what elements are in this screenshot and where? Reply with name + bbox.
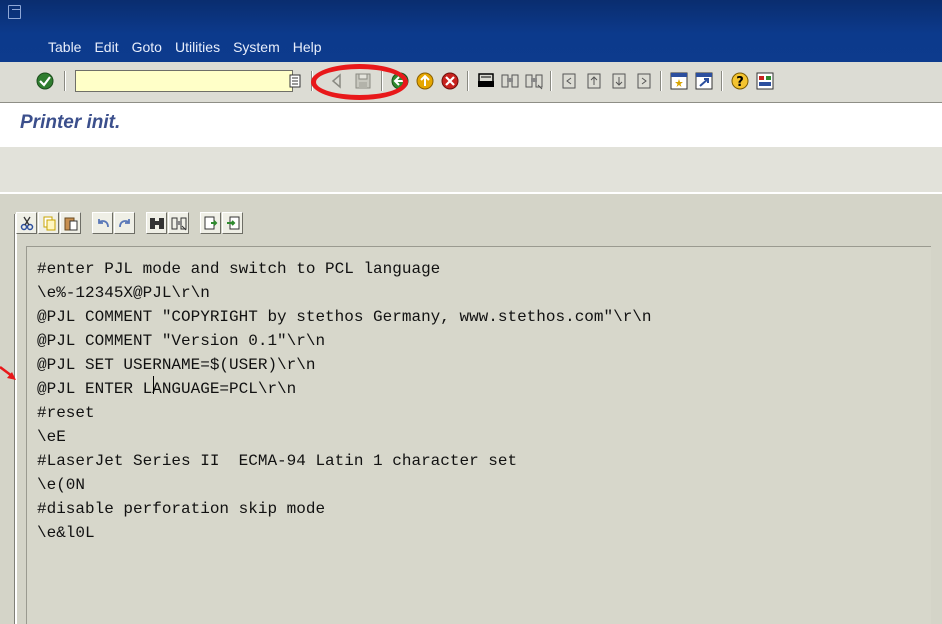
toolbar-separator <box>550 71 552 91</box>
standard-toolbar: ? <box>0 62 942 103</box>
menu-system[interactable]: System <box>233 39 280 55</box>
code-line[interactable]: \eE <box>37 425 652 449</box>
back-arrow-icon[interactable] <box>326 70 348 92</box>
toolbar-separator <box>721 71 723 91</box>
paste-icon[interactable] <box>60 212 81 234</box>
code-line[interactable]: @PJL COMMENT "Version 0.1"\r\n <box>37 329 652 353</box>
back-icon[interactable] <box>389 70 411 92</box>
find-next-icon[interactable] <box>168 212 189 234</box>
editor-toolbar <box>16 212 416 240</box>
arrow-annotation-icon <box>0 366 16 380</box>
upload-icon[interactable] <box>200 212 221 234</box>
shortcut-icon[interactable] <box>693 70 715 92</box>
menu-edit[interactable]: Edit <box>94 39 118 55</box>
print-icon[interactable] <box>475 70 497 92</box>
code-line[interactable]: @PJL SET USERNAME=$(USER)\r\n <box>37 353 652 377</box>
toolbar-separator <box>467 71 469 91</box>
menu-utilities[interactable]: Utilities <box>175 39 220 55</box>
toolbar-separator <box>381 71 383 91</box>
find-icon[interactable] <box>146 212 167 234</box>
code-line[interactable]: \e%-12345X@PJL\r\n <box>37 281 652 305</box>
find-next-icon[interactable] <box>523 70 545 92</box>
page-title: Printer init. <box>20 112 121 133</box>
create-session-icon[interactable] <box>668 70 690 92</box>
text-editor[interactable]: #enter PJL mode and switch to PCL langua… <box>26 246 931 624</box>
system-menu-icon[interactable] <box>8 5 21 19</box>
title-area: Printer init. <box>0 103 942 147</box>
code-line[interactable]: \e(0N <box>37 473 652 497</box>
dropdown-icon[interactable] <box>285 70 305 92</box>
toolbar-separator <box>660 71 662 91</box>
last-page-icon[interactable] <box>633 70 655 92</box>
menu-help[interactable]: Help <box>293 39 322 55</box>
code-lines: #enter PJL mode and switch to PCL langua… <box>37 257 652 545</box>
application-toolbar <box>0 147 942 194</box>
toolbar-separator <box>64 71 66 91</box>
help-icon[interactable]: ? <box>729 70 751 92</box>
code-line[interactable]: #enter PJL mode and switch to PCL langua… <box>37 257 652 281</box>
text-caret <box>153 376 154 394</box>
code-line[interactable]: @PJL ENTER LANGUAGE=PCL\r\n <box>37 377 652 401</box>
code-line[interactable]: #disable perforation skip mode <box>37 497 652 521</box>
exit-icon[interactable] <box>414 70 436 92</box>
svg-text:?: ? <box>736 75 744 90</box>
code-line[interactable]: @PJL COMMENT "COPYRIGHT by stethos Germa… <box>37 305 652 329</box>
editor-left-border <box>14 214 17 624</box>
next-page-icon[interactable] <box>608 70 630 92</box>
code-line[interactable]: #LaserJet Series II ECMA-94 Latin 1 char… <box>37 449 652 473</box>
menu-table[interactable]: Table <box>48 39 81 55</box>
command-field[interactable] <box>75 70 293 92</box>
download-icon[interactable] <box>222 212 243 234</box>
title-bar: Table Edit Goto Utilities System Help <box>0 0 942 62</box>
copy-icon[interactable] <box>38 212 59 234</box>
code-line[interactable]: \e&l0L <box>37 521 652 545</box>
undo-icon[interactable] <box>92 212 113 234</box>
layout-icon[interactable] <box>754 70 776 92</box>
save-icon[interactable] <box>352 70 374 92</box>
redo-icon[interactable] <box>114 212 135 234</box>
enter-icon[interactable] <box>34 70 56 92</box>
find-icon[interactable] <box>499 70 521 92</box>
code-line[interactable]: #reset <box>37 401 652 425</box>
cut-icon[interactable] <box>16 212 37 234</box>
menu-goto[interactable]: Goto <box>132 39 162 55</box>
menu-bar: Table Edit Goto Utilities System Help <box>48 36 335 58</box>
previous-page-icon[interactable] <box>583 70 605 92</box>
cancel-icon[interactable] <box>439 70 461 92</box>
first-page-icon[interactable] <box>558 70 580 92</box>
toolbar-separator <box>311 71 313 91</box>
